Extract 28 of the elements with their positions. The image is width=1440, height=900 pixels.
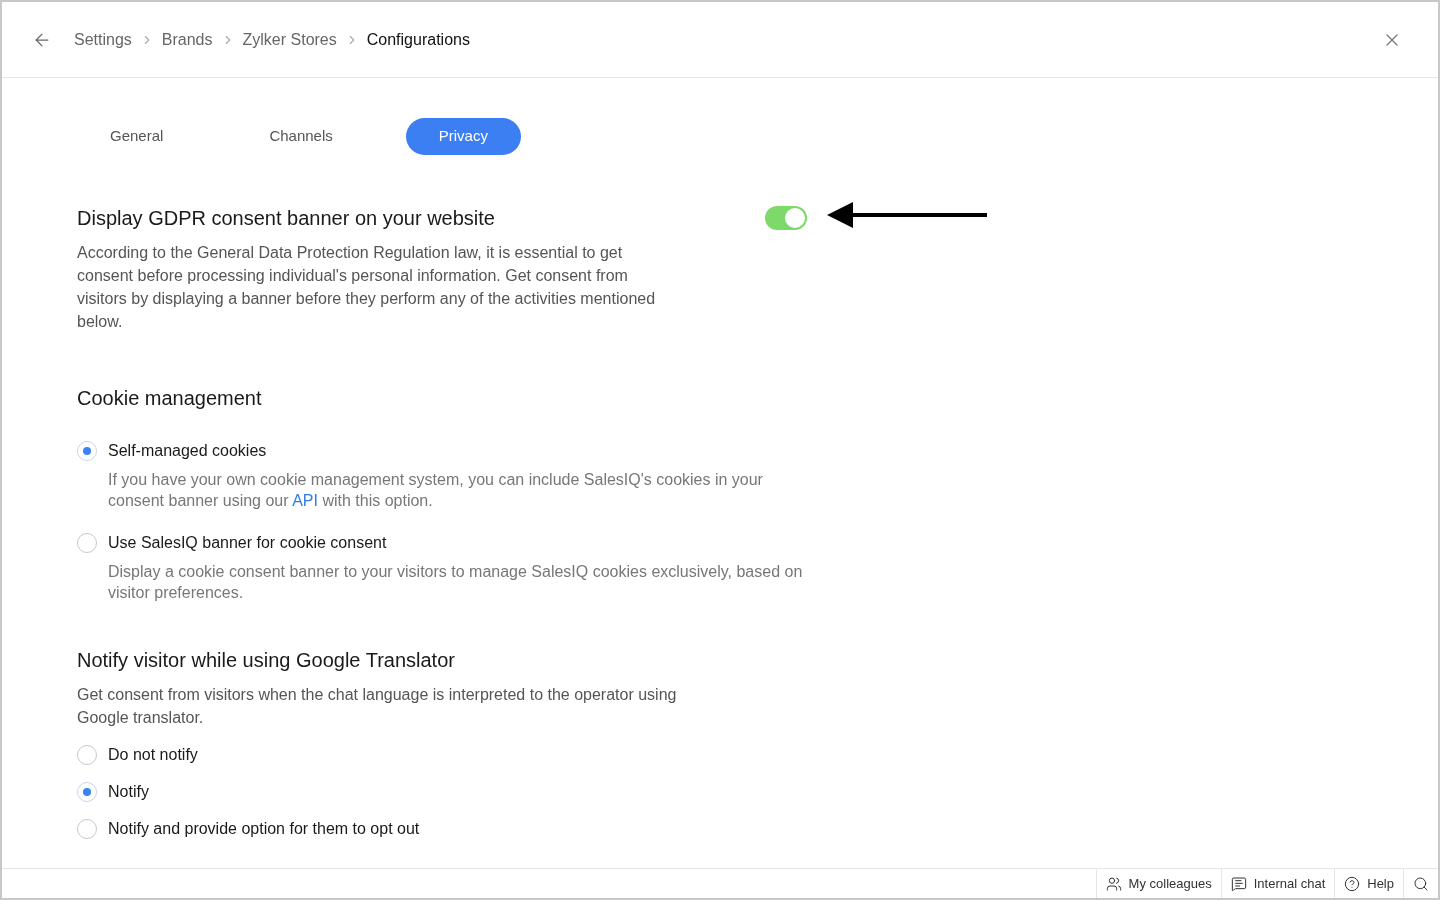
- option-label: Notify: [108, 782, 149, 802]
- breadcrumb-link[interactable]: Configurations: [366, 27, 470, 52]
- section-title: Display GDPR consent banner on your website: [77, 206, 496, 231]
- footer-button[interactable]: My colleagues: [1095, 869, 1221, 898]
- tab[interactable]: Channels: [236, 118, 366, 155]
- section-title: Notify visitor while using Google Translator: [77, 648, 456, 673]
- section-description: According to the General Data Protection Regulation law, it is essential to get consent before processing individual's personal information. Get consent from visitors by displaying a banner before they perform any of the activities mentioned below.: [77, 243, 657, 332]
- option-description: Display a cookie consent banner to your visitors to manage SalesIQ cookies exclusively, based on visitor preferences.: [108, 562, 804, 603]
- section-description: Get consent from visitors when the chat language is interpreted to the operator using Google translator.: [77, 685, 677, 728]
- search-icon: [1413, 875, 1429, 892]
- footer-button[interactable]: Help: [1334, 869, 1403, 898]
- chat-icon: [1230, 875, 1247, 892]
- footer-button[interactable]: Internal chat: [1220, 869, 1335, 898]
- people-icon: [1105, 875, 1122, 892]
- option-label: Use SalesIQ banner for cookie consent: [108, 533, 387, 553]
- breadcrumb-link[interactable]: Zylker Stores: [242, 27, 337, 52]
- breadcrumb-link[interactable]: Brands: [161, 27, 213, 52]
- toggle-switch[interactable]: [765, 206, 807, 230]
- help-icon: [1344, 875, 1361, 892]
- tab[interactable]: Privacy: [405, 118, 521, 155]
- option-label: Notify and provide option for them to opt out: [108, 819, 420, 839]
- option-label: Self-managed cookies: [108, 441, 267, 461]
- api-link[interactable]: API: [292, 492, 318, 509]
- section-title: Cookie management: [77, 386, 263, 411]
- breadcrumb-link[interactable]: Settings: [74, 27, 132, 52]
- option-description: If you have your own cookie management system, you can include SalesIQ's cookies in your consent banner using our API with this option.: [108, 470, 764, 511]
- option-label: Do not notify: [108, 745, 198, 765]
- tab[interactable]: General: [77, 118, 197, 155]
